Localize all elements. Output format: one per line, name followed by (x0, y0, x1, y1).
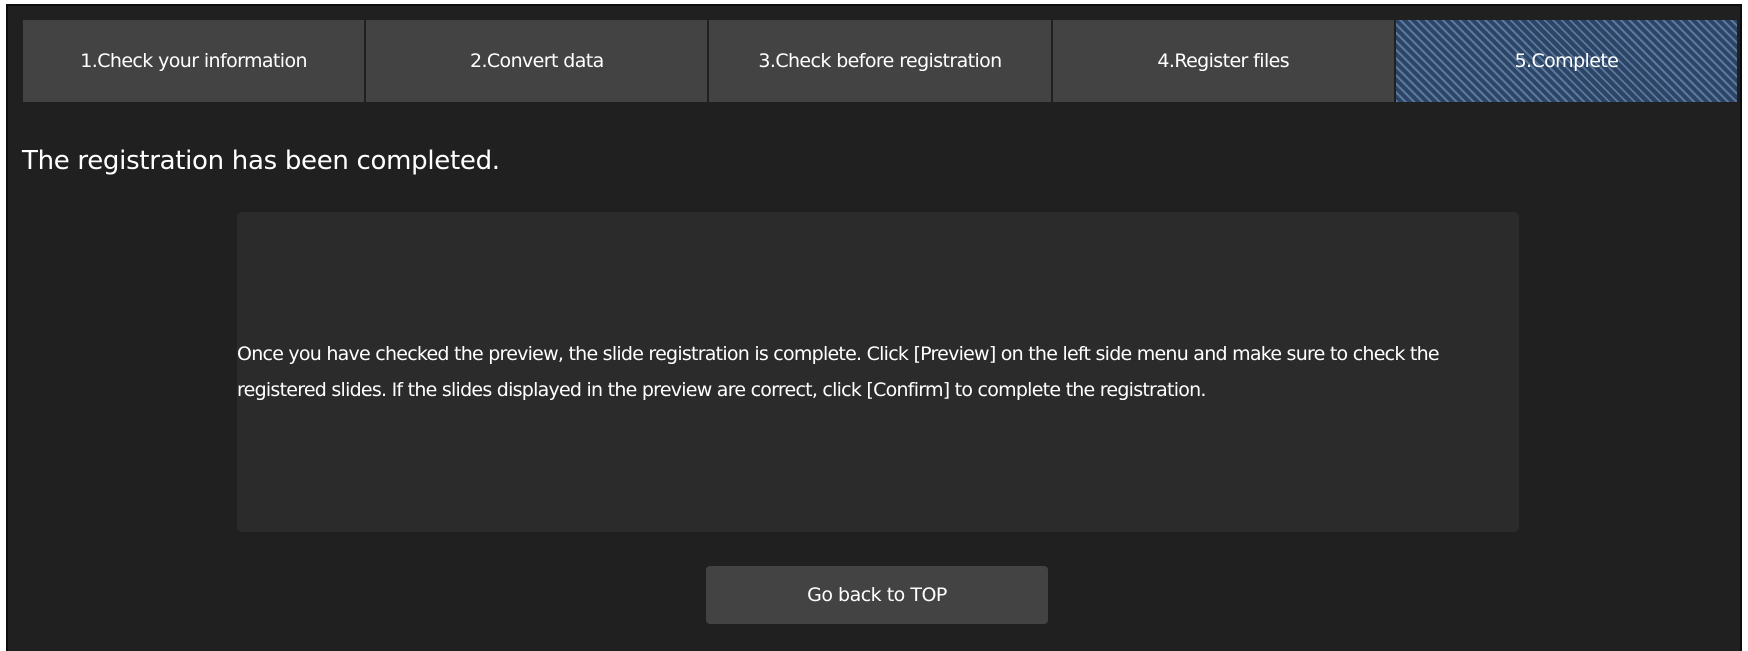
step-convert-data[interactable]: 2.Convert data (366, 20, 708, 102)
step-label: 3.Check before registration (758, 50, 1002, 72)
step-register-files[interactable]: 4.Register files (1052, 20, 1394, 102)
step-complete[interactable]: 5.Complete (1395, 20, 1738, 102)
step-label: 5.Complete (1514, 50, 1619, 72)
message-box: Once you have checked the preview, the s… (237, 212, 1519, 532)
registration-complete-panel: 1.Check your information 2.Convert data … (6, 4, 1742, 651)
step-label: 2.Convert data (469, 50, 604, 72)
completion-message: Once you have checked the preview, the s… (237, 343, 1440, 401)
step-check-information[interactable]: 1.Check your information (23, 20, 365, 102)
step-label: 4.Register files (1157, 50, 1290, 72)
page-title: The registration has been completed. (22, 146, 500, 176)
go-back-to-top-button[interactable]: Go back to TOP (706, 566, 1048, 624)
step-progress-bar: 1.Check your information 2.Convert data … (23, 20, 1738, 102)
step-label: 1.Check your information (80, 50, 307, 72)
step-check-before-registration[interactable]: 3.Check before registration (709, 20, 1051, 102)
button-label: Go back to TOP (807, 584, 947, 606)
